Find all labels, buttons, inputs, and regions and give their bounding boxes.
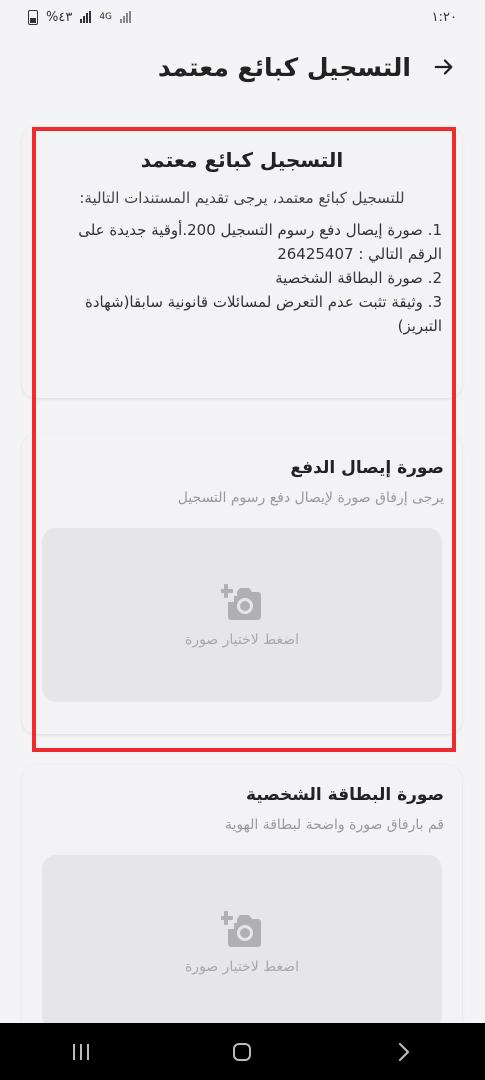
network-type: 4G [99, 12, 113, 22]
list-item: 3. وثيقة تثبت عدم التعرض لمسائلات قانوني… [84, 293, 442, 335]
info-card-intro: للتسجيل كبائع معتمد، يرجى تقديم المستندا… [79, 189, 405, 207]
signal-icon [80, 11, 92, 23]
page-title: التسجيل كبائع معتمد [157, 52, 411, 82]
payment-upload-box[interactable]: اضغط لاختيار صورة [42, 528, 442, 702]
back-arrow-icon[interactable] [433, 56, 455, 78]
payment-receipt-card: صورة إيصال الدفع يرجى إرفاق صورة لإيصال … [22, 434, 462, 734]
id-upload-box[interactable]: اضغط لاختيار صورة [42, 855, 442, 1029]
payment-section-description: يرجى إرفاق صورة لإيصال دفع رسوم التسجيل [177, 490, 444, 506]
app-header: التسجيل كبائع معتمد [0, 34, 485, 100]
recent-apps-button[interactable] [61, 1032, 101, 1072]
payment-section-title: صورة إيصال الدفع [290, 458, 444, 478]
home-button[interactable] [222, 1032, 262, 1072]
list-item: 1. صورة إيصال دفع رسوم التسجيل 200.أوقية… [78, 221, 442, 263]
chevron-right-icon [399, 1042, 410, 1061]
status-bar: %٤٣ 4G ١:٢٠ [0, 0, 485, 34]
payment-upload-label: اضغط لاختيار صورة [184, 632, 300, 648]
id-card-card: صورة البطاقة الشخصية قم بارفاق صورة واضح… [22, 765, 462, 1065]
battery-level: %٤٣ [46, 9, 73, 25]
signal-icon-2 [120, 11, 132, 23]
id-upload-label: اضغط لاختيار صورة [184, 959, 300, 975]
id-section-description: قم بارفاق صورة واضحة لبطاقة الهوية [225, 817, 444, 833]
status-icons: %٤٣ 4G [28, 9, 132, 25]
info-card-title: التسجيل كبائع معتمد [140, 148, 344, 172]
recent-apps-icon [72, 1043, 89, 1060]
home-icon [233, 1042, 252, 1061]
navigation-bar [0, 1023, 485, 1080]
info-card: التسجيل كبائع معتمد للتسجيل كبائع معتمد،… [22, 126, 462, 398]
id-section-title: صورة البطاقة الشخصية [245, 785, 444, 805]
add-photo-icon [221, 584, 261, 620]
requirements-list: 1. صورة إيصال دفع رسوم التسجيل 200.أوقية… [42, 218, 442, 338]
list-item: 2. صورة البطاقة الشخصية [275, 269, 442, 287]
back-button[interactable] [384, 1032, 424, 1072]
battery-icon [28, 9, 38, 25]
add-photo-icon [221, 911, 261, 947]
clock: ١:٢٠ [431, 9, 457, 25]
